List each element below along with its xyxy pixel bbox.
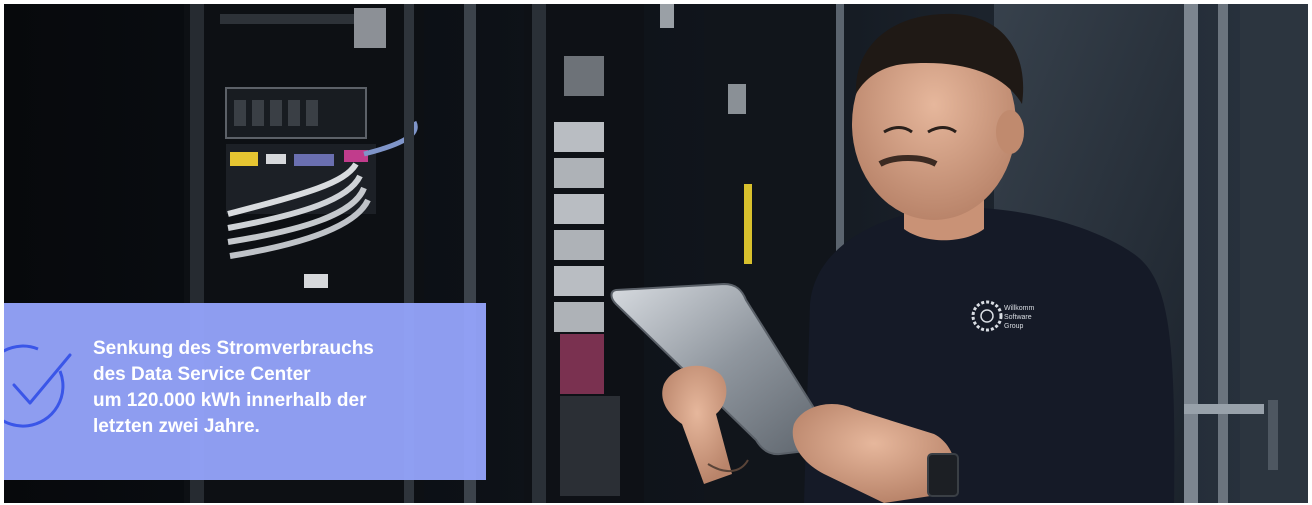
- energy-savings-callout: Senkung des Stromverbrauchs des Data Ser…: [4, 303, 486, 480]
- checkmark-circle-icon: [4, 344, 72, 428]
- hero-banner: Willkomm Software Group Senkung des Stro…: [4, 4, 1308, 503]
- callout-line-2: des Data Service Center: [93, 364, 311, 385]
- shirt-logo-line-1: Willkomm: [1004, 305, 1034, 312]
- shirt-logo-line-3: Group: [1004, 323, 1024, 330]
- callout-line-4: letzten zwei Jahre.: [93, 416, 260, 437]
- callout-line-3: um 120.000 kWh innerhalb der: [93, 390, 367, 411]
- shirt-logo-line-2: Software: [1004, 314, 1032, 321]
- callout-text: Senkung des Stromverbrauchs des Data Ser…: [93, 336, 473, 440]
- callout-line-1: Senkung des Stromverbrauchs: [93, 338, 374, 359]
